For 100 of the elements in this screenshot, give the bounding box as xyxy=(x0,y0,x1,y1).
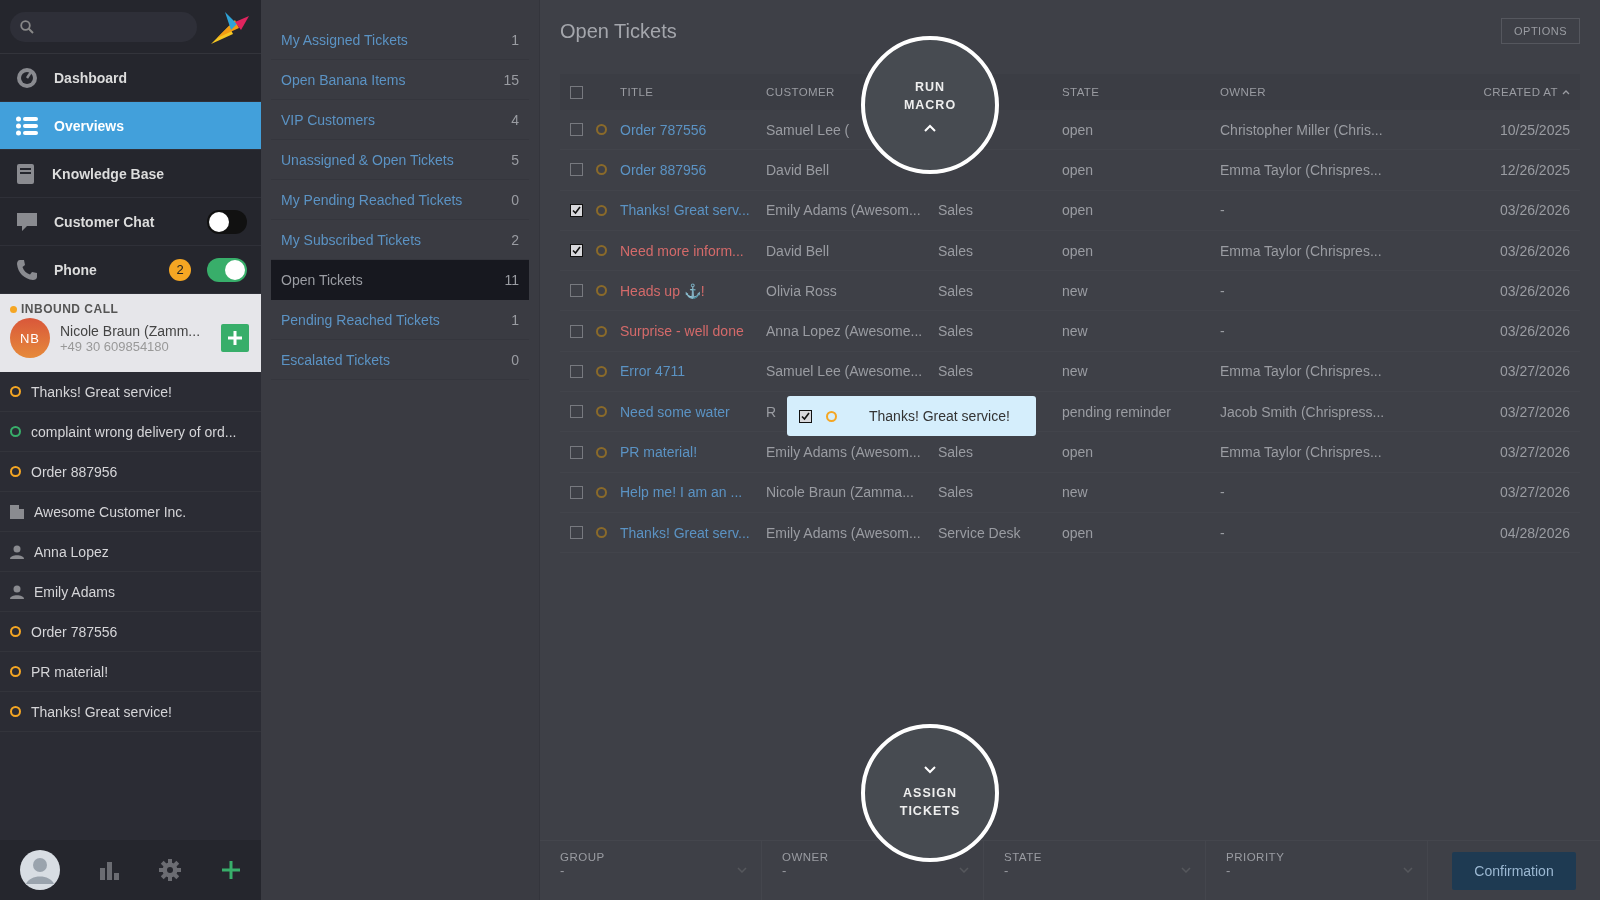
table-cell: 03/26/2026 xyxy=(1499,282,1570,299)
overview-count: 11 xyxy=(504,271,519,288)
overview-item[interactable]: Open Tickets 11 xyxy=(271,260,529,300)
ticket-title-link[interactable]: PR material! xyxy=(620,444,698,460)
overview-count: 0 xyxy=(511,351,519,368)
table-cell: new xyxy=(1062,484,1088,501)
nav-item[interactable]: Dashboard xyxy=(0,54,261,102)
table-cell: Service Desk xyxy=(938,524,1021,541)
table-cell: Emily Adams (Awesom... xyxy=(766,444,921,460)
overview-count: 5 xyxy=(511,151,519,168)
ticket-title-link[interactable]: Error 4711 xyxy=(620,363,686,380)
person-icon xyxy=(10,544,24,559)
add-button[interactable] xyxy=(221,324,249,352)
table-cell: Emma Taylor (Chrispres... xyxy=(1220,242,1382,259)
select-field[interactable]: STATE - xyxy=(984,841,1206,900)
ticket-status-icon xyxy=(596,406,607,418)
overview-item[interactable]: Open Banana Items 15 xyxy=(271,60,529,100)
assign-tickets-menu[interactable]: ASSIGN TICKETS xyxy=(861,724,999,862)
select-field[interactable]: PRIORITY - xyxy=(1206,841,1428,900)
table-cell: - xyxy=(1220,524,1225,541)
table-cell: David Bell xyxy=(766,242,830,259)
row-checkbox[interactable] xyxy=(570,526,583,540)
ticket-status-icon xyxy=(596,325,607,337)
ticket-title-link[interactable]: Heads up ⚓! xyxy=(620,282,705,299)
row-checkbox[interactable] xyxy=(570,445,583,459)
overview-count: 4 xyxy=(511,111,519,128)
ticket-title-link[interactable]: Help me! I am an ... xyxy=(620,484,743,501)
table-cell: 03/27/2026 xyxy=(1499,363,1570,380)
confirmation-button[interactable]: Confirmation xyxy=(1452,851,1576,890)
column-header: CREATED AT xyxy=(1483,86,1570,98)
bar-chart-icon[interactable] xyxy=(99,860,120,880)
ticket-status-icon xyxy=(826,410,837,422)
overview-item[interactable]: Escalated Tickets 0 xyxy=(271,340,529,380)
row-checkbox[interactable] xyxy=(570,405,583,419)
table-cell: Emily Adams (Awesom... xyxy=(766,202,921,219)
ticket-title-link[interactable]: Need some water xyxy=(620,403,730,420)
plus-icon[interactable] xyxy=(221,860,242,880)
table-cell: Emma Taylor (Chrispres... xyxy=(1220,444,1382,460)
row-checkbox[interactable] xyxy=(570,163,583,177)
row-checkbox[interactable] xyxy=(570,364,583,378)
recent-item[interactable]: Awesome Customer Inc. xyxy=(0,492,261,532)
row-checkbox[interactable] xyxy=(570,324,583,338)
ticket-status-icon xyxy=(596,245,607,257)
nav-item[interactable]: Customer Chat xyxy=(0,198,261,246)
avatar[interactable] xyxy=(19,850,60,890)
gauge-icon xyxy=(16,66,38,89)
avatar-initials: NB xyxy=(10,318,50,358)
caller-name: Nicole Braun (Zamm... xyxy=(60,322,202,339)
nav-item[interactable]: Knowledge Base xyxy=(0,150,261,198)
row-checkbox[interactable] xyxy=(570,485,583,499)
count-badge: 2 xyxy=(169,258,191,281)
table-cell: 04/28/2026 xyxy=(1499,524,1570,541)
select-field[interactable]: GROUP - xyxy=(540,841,762,900)
search-field[interactable] xyxy=(10,11,197,42)
overview-item[interactable]: My Pending Reached Tickets 0 xyxy=(271,180,529,220)
table-cell: Jacob Smith (Chrispress... xyxy=(1220,403,1385,420)
table-cell: new xyxy=(1062,363,1088,380)
row-checkbox[interactable] xyxy=(570,284,583,298)
dragged-ticket: Thanks! Great service! xyxy=(787,396,1036,436)
toggle-switch[interactable] xyxy=(207,257,247,282)
table-cell: Nicole Braun (Zamma... xyxy=(766,484,914,501)
ticket-title-link[interactable]: Surprise - well done xyxy=(620,323,744,340)
table-cell: 03/27/2026 xyxy=(1499,484,1570,501)
run-macro-menu[interactable]: RUN MACRO xyxy=(861,36,999,174)
table-cell: Sales xyxy=(938,484,974,501)
table-cell: David Bell xyxy=(766,161,830,178)
ticket-title-link[interactable]: Order 787556 xyxy=(620,121,707,138)
table-cell: open xyxy=(1062,524,1094,541)
column-header: CUSTOMER xyxy=(766,86,835,98)
row-checkbox[interactable] xyxy=(570,203,583,217)
nav-item[interactable]: Phone 2 xyxy=(0,246,261,294)
table-cell: Emma Taylor (Chrispres... xyxy=(1220,161,1382,178)
options-button[interactable]: OPTIONS xyxy=(1501,18,1580,44)
row-checkbox[interactable] xyxy=(570,123,583,137)
row-checkbox[interactable] xyxy=(570,244,583,258)
table-cell: - xyxy=(1220,323,1225,340)
table-cell: Emily Adams (Awesom... xyxy=(766,524,921,541)
table-cell: open xyxy=(1062,202,1094,219)
select-all-checkbox[interactable] xyxy=(570,85,583,99)
plus-icon xyxy=(227,330,243,346)
ticket-title-link[interactable]: Order 887956 xyxy=(620,161,707,178)
book-icon xyxy=(16,162,36,185)
ticket-title-link[interactable]: Thanks! Great serv... xyxy=(620,202,750,219)
ticket-title-link[interactable]: Need more inform... xyxy=(620,242,744,259)
toggle-switch[interactable] xyxy=(207,209,247,234)
overview-count: 1 xyxy=(511,31,519,48)
chevron-down-icon xyxy=(924,765,936,774)
settings-icon[interactable] xyxy=(159,859,182,881)
ticket-status-icon xyxy=(596,446,607,458)
overview-item[interactable]: Pending Reached Tickets 1 xyxy=(271,300,529,340)
ticket-title-link[interactable]: Thanks! Great serv... xyxy=(620,524,750,541)
overview-item[interactable]: VIP Customers 4 xyxy=(271,100,529,140)
table-cell: Sales xyxy=(938,323,974,340)
nav-item[interactable]: Overviews xyxy=(0,102,261,150)
overview-item[interactable]: Unassigned & Open Tickets 5 xyxy=(271,140,529,180)
page-title: Open Tickets xyxy=(560,19,677,43)
table-cell: new xyxy=(1062,282,1088,299)
overview-item[interactable]: My Assigned Tickets 1 xyxy=(271,20,529,60)
overview-count: 0 xyxy=(511,191,519,208)
chat-bubble-icon xyxy=(16,211,38,232)
